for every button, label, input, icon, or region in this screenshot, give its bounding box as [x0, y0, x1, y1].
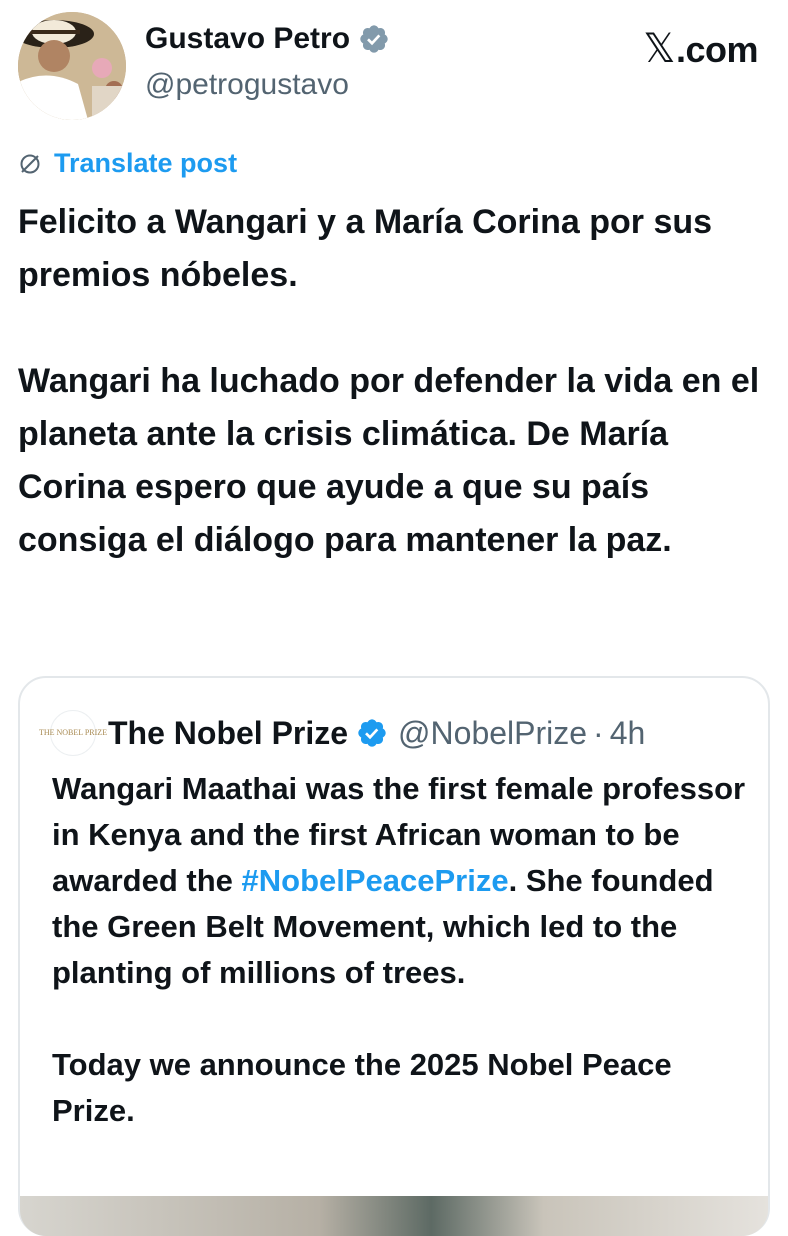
quoted-paragraph-1: Wangari Maathai was the first female pro… [52, 766, 752, 996]
quoted-post-header: THE NOBEL PRIZE The Nobel Prize @NobelPr… [39, 710, 646, 756]
quoted-display-name[interactable]: The Nobel Prize [108, 715, 348, 752]
author-handle[interactable]: @petrogustavo [145, 68, 349, 102]
post-paragraph-1: Felicito a Wangari y a María Corina por … [18, 203, 713, 294]
nobel-logo-text: THE NOBEL PRIZE [38, 728, 108, 737]
author-name-row: Gustavo Petro [145, 22, 390, 56]
post-body: Felicito a Wangari y a María Corina por … [18, 196, 778, 567]
quoted-paragraph-2: Today we announce the 2025 Nobel Peace P… [52, 1047, 672, 1128]
post-paragraph-2: Wangari ha luchado por defender la vida … [18, 362, 760, 559]
x-logo-icon: 𝕏 [643, 27, 675, 71]
header-separator: · [593, 714, 604, 751]
nobel-prize-logo-icon[interactable]: THE NOBEL PRIZE [39, 710, 107, 756]
nobel-peace-prize-hashtag[interactable]: #NobelPeacePrize [242, 863, 509, 898]
quoted-post-card[interactable]: THE NOBEL PRIZE The Nobel Prize @NobelPr… [18, 676, 770, 1236]
quoted-verified-badge-icon [358, 719, 386, 747]
avatar-photo-icon [18, 12, 126, 120]
quoted-timestamp[interactable]: 4h [610, 715, 646, 752]
x-com-watermark: 𝕏 .com [643, 26, 758, 72]
translate-globe-icon [20, 154, 40, 173]
quoted-handle[interactable]: @NobelPrize [398, 715, 587, 752]
quoted-post-body: Wangari Maathai was the first female pro… [52, 766, 752, 1134]
author-display-name[interactable]: Gustavo Petro [145, 22, 350, 56]
verified-badge-icon [360, 25, 388, 53]
quoted-media-image[interactable] [20, 1196, 768, 1236]
profile-avatar[interactable] [18, 12, 126, 120]
translate-label: Translate post [54, 148, 238, 178]
site-domain: .com [675, 29, 759, 70]
translate-post-link[interactable]: Translate post [18, 148, 237, 179]
